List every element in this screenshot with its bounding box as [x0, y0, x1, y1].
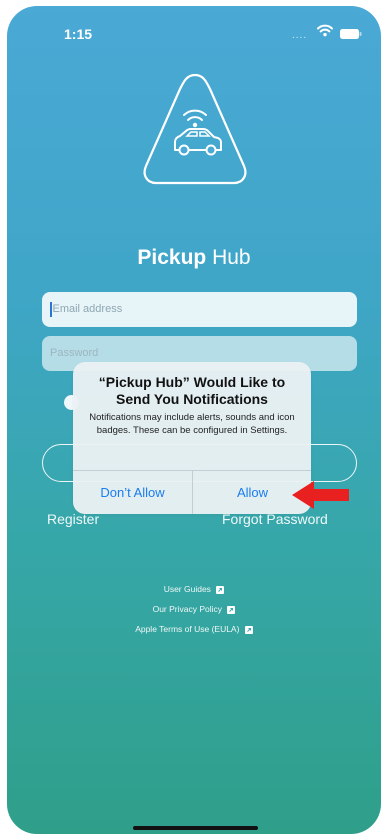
- cellular-signal: ....: [292, 30, 308, 41]
- wifi-icon: [317, 24, 333, 37]
- text-caret: [50, 301, 52, 317]
- email-placeholder: Email address: [52, 303, 123, 315]
- external-link-icon: [216, 585, 225, 594]
- privacy-policy-label: Our Privacy Policy: [152, 604, 223, 614]
- app-title: Pickup Hub: [7, 246, 381, 270]
- external-link-icon: [227, 605, 236, 614]
- alert-title: “Pickup Hub” Would Like to Send You Noti…: [98, 374, 286, 407]
- home-indicator[interactable]: [133, 826, 258, 830]
- app-title-regular: Hub: [206, 246, 251, 269]
- status-bar: 1:15 ....: [7, 6, 381, 50]
- password-placeholder: Password: [50, 347, 99, 359]
- privacy-policy-link[interactable]: Our Privacy Policy: [7, 604, 381, 614]
- user-guides-label: User Guides: [163, 584, 211, 594]
- app-title-bold: Pickup: [137, 246, 207, 269]
- external-link-icon: [244, 625, 253, 634]
- red-arrow-icon: [292, 481, 349, 509]
- alert-message: Notifications may include alerts, sounds…: [89, 412, 295, 436]
- user-guides-link[interactable]: User Guides: [7, 584, 381, 594]
- phone-frame: 1:15 .... Pickup Hub Email address Passw…: [0, 0, 387, 837]
- status-time: 1:15: [64, 26, 93, 42]
- notification-permission-alert: “Pickup Hub” Would Like to Send You Noti…: [73, 362, 311, 514]
- battery-icon: [340, 29, 362, 39]
- dont-allow-button[interactable]: Don’t Allow: [73, 471, 192, 514]
- car-wifi-triangle-icon: [143, 73, 247, 185]
- terms-of-use-link[interactable]: Apple Terms of Use (EULA): [7, 624, 381, 634]
- terms-of-use-label: Apple Terms of Use (EULA): [135, 624, 240, 634]
- email-field[interactable]: Email address: [42, 292, 357, 327]
